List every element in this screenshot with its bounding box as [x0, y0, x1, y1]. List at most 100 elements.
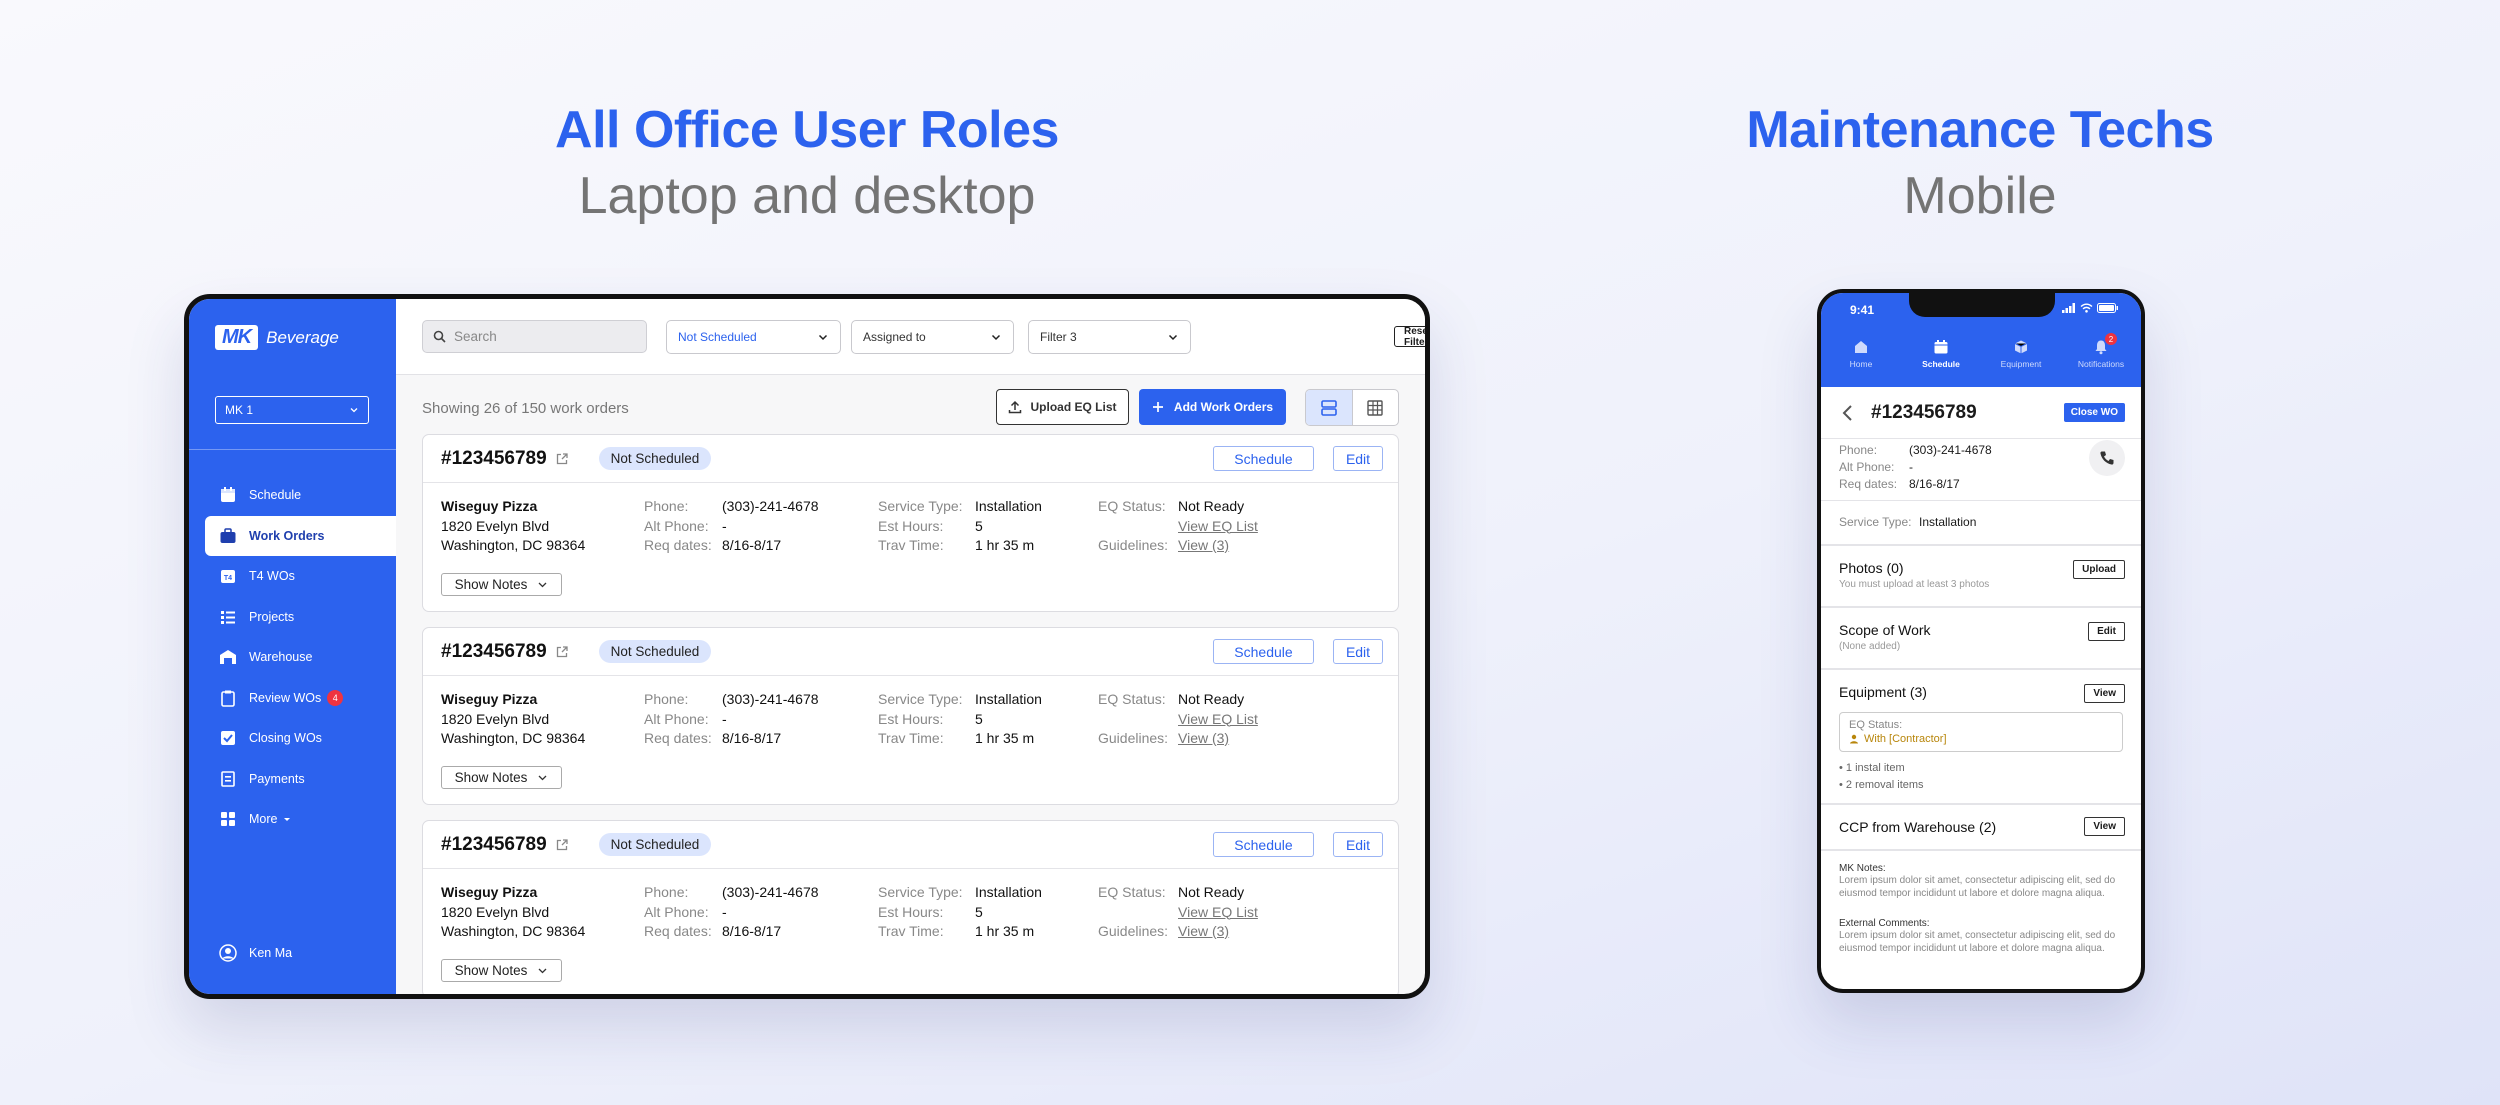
alt-phone-label: Alt Phone:: [644, 710, 709, 727]
customer-info: Wiseguy Pizza 1820 Evelyn Blvd Washingto…: [441, 690, 585, 749]
location-select[interactable]: MK 1: [215, 396, 369, 424]
service-type-value: Installation: [1919, 515, 1977, 529]
schedule-button[interactable]: Schedule: [1213, 446, 1314, 471]
reset-filters-button[interactable]: Reset Filters: [1394, 326, 1425, 348]
back-arrow-icon[interactable]: [1841, 404, 1853, 422]
sidebar-item-label: More: [249, 812, 278, 827]
assigned-filter-select[interactable]: Assigned to: [851, 320, 1014, 354]
call-button[interactable]: [2089, 440, 2125, 476]
contact-info: Phone: (303)-241-4678 Alt Phone: - Req dat…: [644, 690, 819, 749]
view-eq-list-link[interactable]: View EQ List: [1178, 904, 1258, 920]
person-icon: [1850, 734, 1858, 744]
guidelines-link[interactable]: View (3): [1178, 730, 1229, 746]
external-link-icon[interactable]: [555, 452, 569, 466]
view-eq-list-link[interactable]: View EQ List: [1178, 711, 1258, 727]
external-link-icon[interactable]: [555, 645, 569, 659]
tab-schedule[interactable]: Schedule: [1901, 339, 1981, 369]
svg-text:T4: T4: [224, 575, 232, 582]
est-hours-value: 5: [975, 710, 983, 727]
search-box[interactable]: Search: [422, 320, 647, 353]
work-order-card: #123456789 Not Scheduled Schedule Edit W…: [422, 434, 1399, 612]
show-notes-label: Show Notes: [454, 577, 528, 592]
guidelines-label: Guidelines:: [1098, 730, 1169, 746]
sidebar-item-schedule[interactable]: Schedule: [189, 475, 396, 516]
est-hours-label: Est Hours:: [878, 710, 944, 727]
alt-phone-value: -: [722, 710, 727, 727]
guidelines-link[interactable]: View (3): [1178, 537, 1229, 553]
req-dates-value: 8/16-8/17: [722, 730, 782, 746]
bullet-item: • 1 instal item: [1839, 762, 1905, 774]
work-order-card: #123456789 Not Scheduled Schedule Edit W…: [422, 627, 1399, 805]
edit-button[interactable]: Edit: [1333, 639, 1383, 664]
guidelines-link[interactable]: View (3): [1178, 923, 1229, 939]
show-notes-button[interactable]: Show Notes: [441, 766, 562, 789]
view-ccp-button[interactable]: View: [2084, 817, 2125, 836]
trav-time-value: 1 hr 35 m: [975, 730, 1035, 746]
upload-eq-list-button[interactable]: Upload EQ List: [996, 389, 1129, 425]
est-hours-label: Est Hours:: [878, 517, 944, 534]
rows-icon: [1320, 399, 1337, 416]
status-icons: [2062, 303, 2119, 313]
check-square-icon: [221, 731, 235, 746]
view-eq-list-link[interactable]: View EQ List: [1178, 518, 1258, 534]
sidebar-item-warehouse[interactable]: Warehouse: [189, 637, 396, 678]
sidebar-item-payments[interactable]: Payments: [189, 759, 396, 800]
tab-equipment[interactable]: Equipment: [1981, 339, 2061, 369]
service-type-label: Service Type:: [1839, 515, 1912, 529]
sidebar-item-projects[interactable]: Projects: [189, 597, 396, 638]
phone-label: Phone:: [644, 884, 689, 900]
work-order-id[interactable]: #123456789: [441, 448, 547, 470]
scope-section: Scope of Work (None added) Edit: [1821, 608, 2141, 670]
external-link-icon[interactable]: [555, 838, 569, 852]
work-order-id[interactable]: #123456789: [441, 641, 547, 663]
filter-3-select[interactable]: Filter 3: [1028, 320, 1191, 354]
user-profile[interactable]: Ken Ma: [219, 944, 292, 962]
close-wo-button[interactable]: Close WO: [2063, 403, 2125, 422]
sidebar-item-more[interactable]: More: [189, 799, 396, 840]
search-input[interactable]: Search: [454, 329, 497, 344]
user-avatar-icon: [219, 944, 237, 962]
logo-mk: MK: [215, 325, 259, 350]
upload-photos-button[interactable]: Upload: [2073, 560, 2125, 579]
add-work-orders-button[interactable]: Add Work Orders: [1139, 389, 1286, 425]
status-badge: Not Scheduled: [598, 447, 712, 470]
topbar: Search Not Scheduled Assigned to Filter …: [396, 299, 1425, 375]
card-view-button[interactable]: [1306, 390, 1353, 425]
hero-right-title: Maintenance Techs: [1746, 101, 2214, 159]
logo[interactable]: MK Beverage: [215, 325, 339, 350]
req-dates-label: Req dates:: [644, 730, 712, 746]
sidebar-item-t4-wos[interactable]: T4 T4 WOs: [189, 556, 396, 597]
show-notes-button[interactable]: Show Notes: [441, 573, 562, 596]
tab-notifications[interactable]: 2 Notifications: [2061, 333, 2141, 369]
edit-button[interactable]: Edit: [1333, 446, 1383, 471]
trav-time-label: Trav Time:: [878, 537, 944, 553]
tab-label: Schedule: [1922, 359, 1960, 369]
status-filter-select[interactable]: Not Scheduled: [666, 320, 841, 354]
upload-icon: [1009, 400, 1022, 414]
edit-scope-button[interactable]: Edit: [2088, 622, 2125, 641]
schedule-button[interactable]: Schedule: [1213, 639, 1314, 664]
service-info: Service Type: Installation Est Hours: 5 Tr…: [878, 497, 1042, 556]
customer-name: Wiseguy Pizza: [441, 498, 538, 514]
phone-value: (303)-241-4678: [722, 498, 819, 514]
req-dates-value: 8/16-8/17: [722, 923, 782, 939]
sidebar-item-work-orders[interactable]: Work Orders: [205, 515, 396, 556]
req-dates-label: Req dates:: [644, 537, 712, 553]
sidebar-item-review-wos[interactable]: Review WOs 4: [189, 678, 396, 719]
service-section: Service Type: Installation: [1821, 501, 2141, 546]
clipboard-icon: [221, 690, 235, 707]
sidebar-item-closing-wos[interactable]: Closing WOs: [189, 718, 396, 759]
work-order-id[interactable]: #123456789: [441, 834, 547, 856]
view-equipment-button[interactable]: View: [2084, 684, 2125, 703]
schedule-button[interactable]: Schedule: [1213, 832, 1314, 857]
contact-info: Phone: (303)-241-4678 Alt Phone: - Req dat…: [644, 883, 819, 942]
table-view-button[interactable]: [1353, 390, 1399, 425]
briefcase-icon: [220, 528, 236, 543]
edit-button[interactable]: Edit: [1333, 832, 1383, 857]
tab-home[interactable]: Home: [1821, 339, 1901, 369]
scope-hint: (None added): [1839, 641, 1901, 652]
show-notes-button[interactable]: Show Notes: [441, 959, 562, 982]
chevron-down-icon: [538, 968, 547, 974]
eq-status-box: EQ Status: With [Contractor]: [1839, 712, 2123, 752]
alt-phone-value: -: [722, 903, 727, 920]
